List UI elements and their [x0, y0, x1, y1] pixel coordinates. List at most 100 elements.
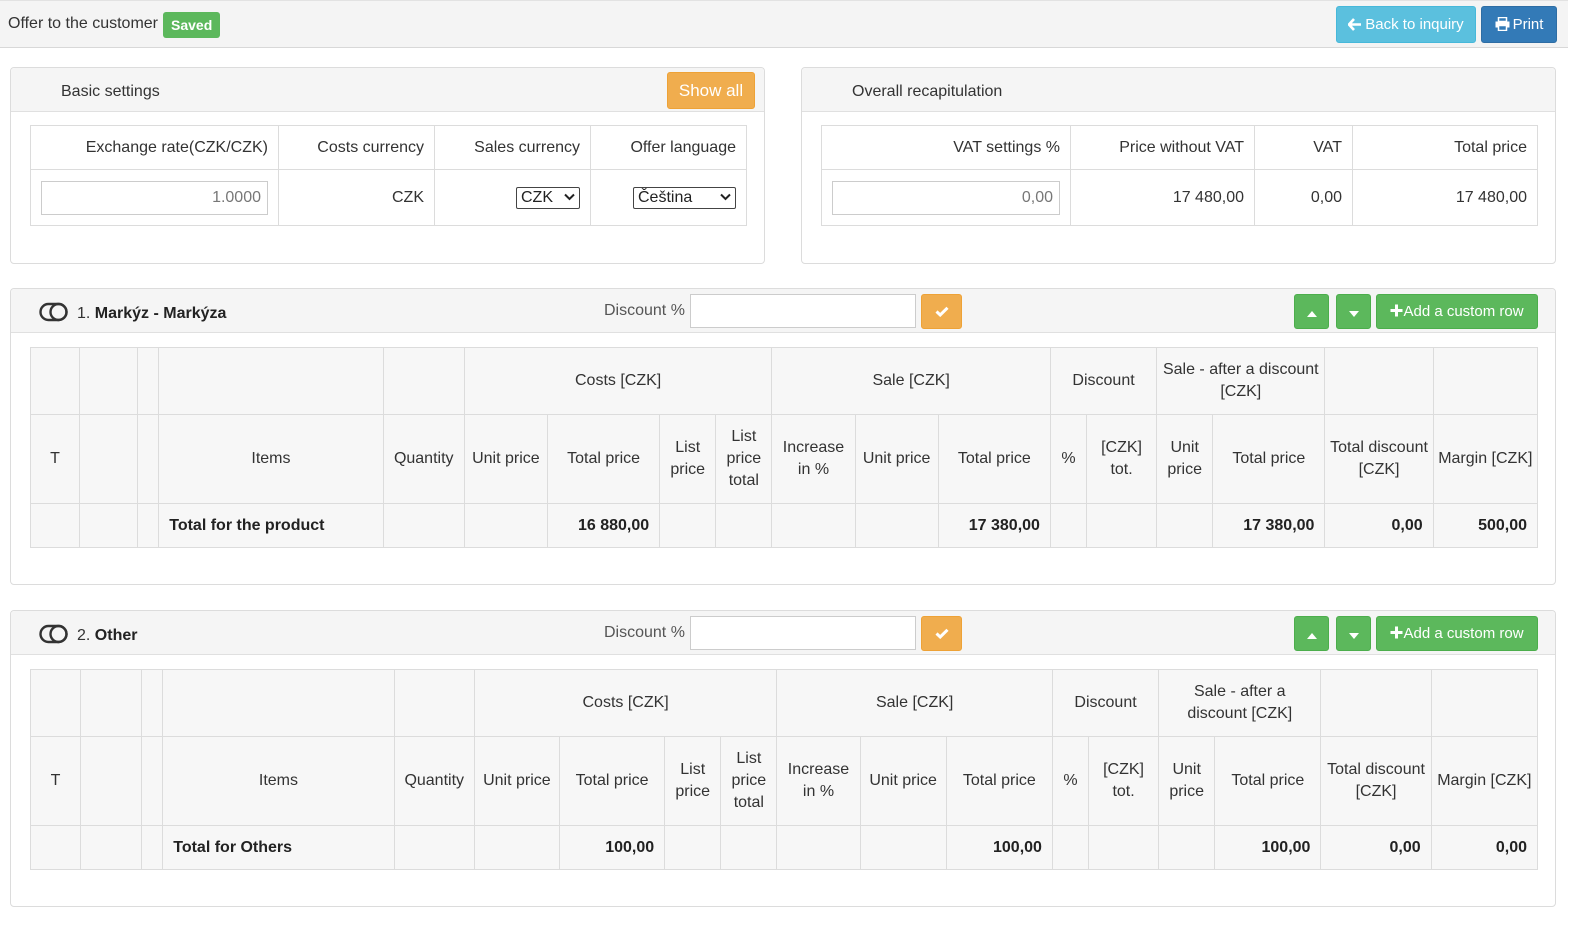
total-label: Total for Others	[162, 825, 395, 870]
sale-after-discount-group-header: Sale - after a discount [CZK]	[1158, 669, 1322, 737]
product-table: Costs [CZK] Sale [CZK] Discount Sale - a…	[29, 347, 1539, 548]
add-custom-row-label: Add a custom row	[1403, 303, 1524, 320]
chevron-down-icon	[720, 193, 731, 200]
offer-language-select[interactable]: Čeština	[633, 186, 736, 209]
top-bar: Offer to the customer Saved Back to inqu…	[0, 0, 1568, 48]
col-total-discount-header: Total discount [CZK]	[1324, 414, 1434, 504]
price-without-vat-header: Price without VAT	[1070, 125, 1255, 170]
costs-currency-value: CZK	[278, 169, 435, 226]
move-up-button[interactable]	[1294, 294, 1329, 329]
caret-down-icon	[1348, 633, 1359, 639]
vat-value: 0,00	[1254, 169, 1353, 226]
total-row: Total for Others 100,00 100,00 100,00 0,…	[29, 825, 1539, 870]
col-after-unit-price-header: Unit price	[1156, 414, 1214, 504]
sales-currency-selected: CZK	[521, 188, 553, 206]
col-after-total-price-header: Total price	[1214, 736, 1322, 826]
total-price-header: Total price	[1352, 125, 1538, 170]
col-sale-unit-price-header: Unit price	[854, 414, 939, 504]
toggle-icon[interactable]	[39, 624, 69, 644]
vat-header: VAT	[1254, 125, 1353, 170]
col-sale-total-price-header: Total price	[937, 414, 1051, 504]
col-costs-unit-price-header: Unit price	[463, 414, 548, 504]
col-list-price-total-header: List price total	[715, 414, 773, 504]
add-custom-row-label: Add a custom row	[1403, 625, 1524, 642]
col-discount-czk-header: [CZK] tot.	[1085, 414, 1158, 504]
sale-group-header: Sale [CZK]	[776, 669, 1053, 737]
col-increase-header: Increase in %	[776, 736, 861, 826]
add-custom-row-button[interactable]: Add a custom row	[1376, 616, 1538, 651]
col-list-price-total-header: List price total	[720, 736, 778, 826]
product-section-header: 1. Markýz - Markýza Discount % Add a cus…	[11, 289, 1555, 333]
move-down-button[interactable]	[1336, 616, 1371, 651]
col-margin-header: Margin [CZK]	[1430, 736, 1539, 826]
caret-down-icon	[1348, 311, 1359, 317]
costs-group-header: Costs [CZK]	[463, 347, 773, 415]
back-to-inquiry-label: Back to inquiry	[1365, 16, 1464, 33]
sale-group-header: Sale [CZK]	[771, 347, 1051, 415]
total-discount-value: 0,00	[1324, 503, 1434, 548]
caret-up-icon	[1306, 633, 1317, 639]
col-margin-header: Margin [CZK]	[1432, 414, 1539, 504]
exchange-rate-input[interactable]	[41, 180, 268, 215]
sales-currency-select[interactable]: CZK	[516, 186, 580, 209]
col-after-unit-price-header: Unit price	[1158, 736, 1216, 826]
basic-settings-table: Exchange rate(CZK/CZK) Costs currency Sa…	[30, 125, 747, 226]
col-discount-czk-header: [CZK] tot.	[1087, 736, 1160, 826]
move-up-button[interactable]	[1294, 616, 1329, 651]
col-discount-pct-header: %	[1049, 414, 1088, 504]
costs-group-header: Costs [CZK]	[473, 669, 778, 737]
discount-group-header: Discount	[1051, 669, 1160, 737]
arrow-left-icon	[1347, 18, 1362, 31]
product-section-1: 1. Markýz - Markýza Discount % Add a cus…	[10, 288, 1556, 585]
section-name: Other	[94, 627, 138, 644]
plus-icon	[1390, 304, 1403, 317]
exchange-rate-header: Exchange rate(CZK/CZK)	[30, 125, 279, 170]
total-row: Total for the product 16 880,00 17 380,0…	[29, 503, 1539, 548]
section-name: Markýz - Markýza	[94, 305, 227, 322]
col-sale-total-price-header: Total price	[945, 736, 1053, 826]
status-badge: Saved	[163, 12, 221, 38]
col-list-price-header: List price	[664, 736, 722, 826]
total-price-value: 17 480,00	[1352, 169, 1538, 226]
recapitulation-table: VAT settings % Price without VAT VAT Tot…	[821, 125, 1538, 226]
section-title: 1. Markýz - Markýza	[77, 305, 226, 323]
printer-icon	[1495, 16, 1510, 32]
sales-currency-header: Sales currency	[434, 125, 591, 170]
col-sale-unit-price-header: Unit price	[859, 736, 947, 826]
check-icon	[935, 306, 949, 317]
recapitulation-header: Overall recapitulation	[802, 68, 1555, 112]
basic-settings-panel: Basic settings Show all Exchange rate(CZ…	[10, 67, 765, 264]
vat-settings-input[interactable]	[832, 180, 1060, 215]
section-number: 1.	[77, 305, 91, 322]
show-all-button[interactable]: Show all	[667, 72, 755, 109]
toggle-icon[interactable]	[39, 302, 69, 322]
sale-total-value: 100,00	[945, 825, 1053, 870]
margin-value: 500,00	[1432, 503, 1539, 548]
section-number: 2.	[77, 627, 91, 644]
discount-label: Discount %	[604, 624, 685, 641]
col-t-header: T	[29, 736, 82, 826]
print-button[interactable]: Print	[1481, 6, 1557, 43]
apply-discount-button[interactable]	[921, 616, 962, 651]
price-without-vat-value: 17 480,00	[1070, 169, 1255, 226]
discount-group-header: Discount	[1049, 347, 1158, 415]
discount-input[interactable]	[690, 616, 916, 650]
vat-settings-header: VAT settings %	[821, 125, 1071, 170]
recapitulation-panel: Overall recapitulation VAT settings % Pr…	[801, 67, 1556, 264]
apply-discount-button[interactable]	[921, 294, 962, 329]
costs-currency-header: Costs currency	[278, 125, 435, 170]
move-down-button[interactable]	[1336, 294, 1371, 329]
back-to-inquiry-button[interactable]: Back to inquiry	[1336, 6, 1476, 43]
sale-after-total-value: 17 380,00	[1212, 503, 1326, 548]
discount-input[interactable]	[690, 294, 916, 328]
col-total-discount-header: Total discount [CZK]	[1320, 736, 1432, 826]
page-title: Offer to the customer	[8, 15, 158, 32]
col-after-total-price-header: Total price	[1212, 414, 1326, 504]
add-custom-row-button[interactable]: Add a custom row	[1376, 294, 1538, 329]
costs-total-value: 16 880,00	[546, 503, 661, 548]
plus-icon	[1390, 626, 1403, 639]
sale-total-value: 17 380,00	[937, 503, 1051, 548]
col-items-header: Items	[162, 736, 395, 826]
sale-after-total-value: 100,00	[1214, 825, 1322, 870]
total-discount-value: 0,00	[1320, 825, 1432, 870]
